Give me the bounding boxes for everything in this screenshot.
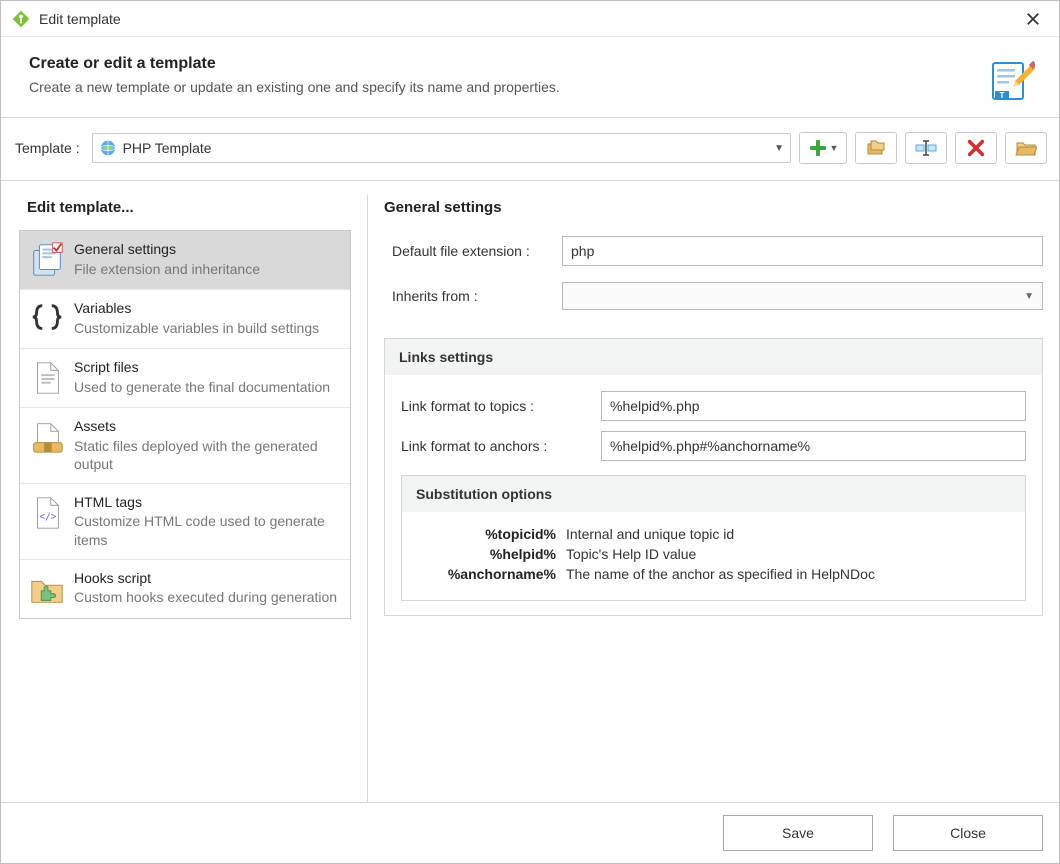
nav-item-html-tags[interactable]: </> HTML tags Customize HTML code used t… xyxy=(20,484,350,560)
nav-item-title: Assets xyxy=(74,418,340,436)
substitution-options-box: Substitution options %topicid% Internal … xyxy=(401,475,1026,601)
header-description: Create a new template or update an exist… xyxy=(29,79,987,95)
settings-pages-icon xyxy=(28,241,66,279)
subst-key: %anchorname% xyxy=(416,566,566,582)
subst-val: The name of the anchor as specified in H… xyxy=(566,566,1011,582)
titlebar: Edit template xyxy=(1,1,1059,37)
svg-text:T: T xyxy=(1000,91,1005,100)
nav-item-assets[interactable]: Assets Static files deployed with the ge… xyxy=(20,408,350,484)
template-row: Template : PHP Template ▼ ▼ xyxy=(1,118,1059,181)
link-format-anchors-row: Link format to anchors : xyxy=(401,431,1026,461)
subst-row: %topicid% Internal and unique topic id xyxy=(416,526,1011,542)
nav-item-general-settings[interactable]: General settings File extension and inhe… xyxy=(20,231,350,290)
folder-open-icon xyxy=(1015,139,1037,157)
nav-item-desc: File extension and inheritance xyxy=(74,260,340,278)
chevron-down-icon: ▼ xyxy=(774,143,784,154)
default-file-ext-input[interactable] xyxy=(562,236,1043,266)
right-title: General settings xyxy=(384,199,1043,216)
window: Edit template Create or edit a template … xyxy=(0,0,1060,864)
chevron-down-icon: ▼ xyxy=(1024,291,1034,302)
delete-template-button[interactable] xyxy=(955,132,997,164)
delete-icon xyxy=(967,139,985,157)
globe-icon xyxy=(99,139,117,157)
template-label: Template : xyxy=(15,140,80,156)
default-file-ext-row: Default file extension : xyxy=(392,236,1043,266)
subst-row: %anchorname% The name of the anchor as s… xyxy=(416,566,1011,582)
nav-item-title: General settings xyxy=(74,241,340,259)
nav-item-title: Hooks script xyxy=(74,570,340,588)
inherits-from-row: Inherits from : ▼ xyxy=(392,282,1043,310)
nav-item-desc: Customize HTML code used to generate ite… xyxy=(74,512,340,548)
inherits-from-label: Inherits from : xyxy=(392,288,562,304)
assets-icon xyxy=(28,418,66,456)
chevron-down-icon: ▼ xyxy=(830,143,839,153)
subst-row: %helpid% Topic's Help ID value xyxy=(416,546,1011,562)
template-select-value: PHP Template xyxy=(123,140,775,156)
substitution-options-body: %topicid% Internal and unique topic id %… xyxy=(402,512,1025,600)
link-format-topics-input[interactable] xyxy=(601,391,1026,421)
close-window-button[interactable] xyxy=(1017,5,1049,33)
main: Edit template... xyxy=(1,181,1059,802)
rename-icon xyxy=(914,138,938,158)
vertical-divider xyxy=(367,195,368,802)
nav-item-title: Variables xyxy=(74,300,340,318)
header: Create or edit a template Create a new t… xyxy=(1,37,1059,118)
window-title: Edit template xyxy=(39,11,1017,27)
left-pane: Edit template... xyxy=(19,195,351,802)
subst-key: %helpid% xyxy=(416,546,566,562)
link-format-anchors-input[interactable] xyxy=(601,431,1026,461)
plugin-folder-icon xyxy=(28,570,66,608)
subst-val: Internal and unique topic id xyxy=(566,526,1011,542)
footer: Save Close xyxy=(1,802,1059,863)
subst-key: %topicid% xyxy=(416,526,566,542)
nav-item-desc: Used to generate the final documentation xyxy=(74,378,340,396)
nav-item-title: Script files xyxy=(74,359,340,377)
nav-item-desc: Custom hooks executed during generation xyxy=(74,588,340,606)
close-icon xyxy=(1026,12,1040,26)
nav-item-hooks-script[interactable]: Hooks script Custom hooks executed durin… xyxy=(20,560,350,618)
default-file-ext-label: Default file extension : xyxy=(392,243,562,259)
substitution-options-title: Substitution options xyxy=(402,476,1025,512)
nav-item-title: HTML tags xyxy=(74,494,340,512)
link-format-anchors-label: Link format to anchors : xyxy=(401,438,601,454)
subst-val: Topic's Help ID value xyxy=(566,546,1011,562)
inherits-from-select[interactable]: ▼ xyxy=(562,282,1043,310)
svg-text:</>: </> xyxy=(39,512,56,523)
right-pane: General settings Default file extension … xyxy=(384,195,1043,802)
duplicate-template-button[interactable] xyxy=(855,132,897,164)
add-template-button[interactable]: ▼ xyxy=(799,132,847,164)
rename-template-button[interactable] xyxy=(905,132,947,164)
nav-item-desc: Static files deployed with the generated… xyxy=(74,437,340,473)
app-icon xyxy=(11,9,31,29)
link-format-topics-label: Link format to topics : xyxy=(401,398,601,414)
braces-icon xyxy=(28,300,66,338)
links-settings-box: Links settings Link format to topics : L… xyxy=(384,338,1043,616)
folders-icon xyxy=(865,138,887,158)
link-format-topics-row: Link format to topics : xyxy=(401,391,1026,421)
nav-list: General settings File extension and inhe… xyxy=(19,230,351,619)
nav-item-desc: Customizable variables in build settings xyxy=(74,319,340,337)
close-button[interactable]: Close xyxy=(893,815,1043,851)
left-title: Edit template... xyxy=(27,199,351,216)
template-edit-icon: T xyxy=(987,55,1035,103)
plus-icon xyxy=(808,138,828,158)
document-icon xyxy=(28,359,66,397)
save-button[interactable]: Save xyxy=(723,815,873,851)
template-select[interactable]: PHP Template ▼ xyxy=(92,133,791,163)
links-settings-title: Links settings xyxy=(385,339,1042,375)
header-title: Create or edit a template xyxy=(29,55,987,73)
nav-item-script-files[interactable]: Script files Used to generate the final … xyxy=(20,349,350,408)
html-file-icon: </> xyxy=(28,494,66,532)
nav-item-variables[interactable]: Variables Customizable variables in buil… xyxy=(20,290,350,349)
open-folder-button[interactable] xyxy=(1005,132,1047,164)
